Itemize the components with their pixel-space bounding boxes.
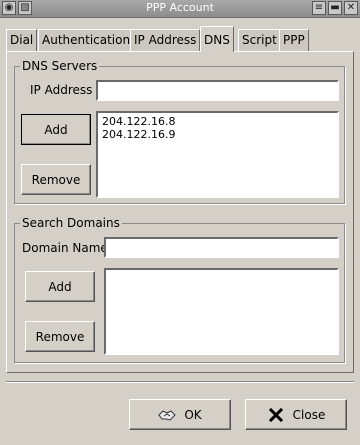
list-item[interactable]: 204.122.16.9 <box>102 128 333 141</box>
close-button[interactable]: Close <box>245 399 347 430</box>
ip-address-input[interactable] <box>96 80 339 101</box>
search-domains-list[interactable] <box>104 268 339 355</box>
minimize-icon[interactable]: ▬ <box>328 1 342 15</box>
close-x-icon <box>268 407 283 422</box>
domain-name-label: Domain Name <box>22 241 108 255</box>
close-icon[interactable]: ✕ <box>344 1 358 15</box>
dns-remove-label: Remove <box>31 172 81 187</box>
dns-servers-label: DNS Servers <box>20 59 100 73</box>
domain-add-button[interactable]: Add <box>25 271 95 302</box>
tab-ip-address[interactable]: IP Address <box>130 29 201 51</box>
ok-label: OK <box>184 407 202 422</box>
tab-script[interactable]: Script <box>238 29 281 51</box>
dns-add-label: Add <box>44 122 68 137</box>
title-bar[interactable]: ◉ ▧ PPP Account ≡ ▬ ✕ <box>0 0 360 18</box>
close-label: Close <box>292 407 326 422</box>
separator <box>6 381 354 383</box>
domain-remove-button[interactable]: Remove <box>25 321 95 352</box>
tab-ppp[interactable]: PPP <box>279 29 309 51</box>
dns-add-button[interactable]: Add <box>21 114 91 145</box>
tab-dns[interactable]: DNS <box>200 26 234 52</box>
domain-add-label: Add <box>48 279 72 294</box>
window-title: PPP Account <box>146 1 214 14</box>
tab-dial[interactable]: Dial <box>6 29 38 51</box>
menu-icon[interactable]: ≡ <box>312 1 326 15</box>
domain-name-input[interactable] <box>104 237 339 258</box>
ip-address-label: IP Address <box>30 83 93 97</box>
handshake-icon <box>158 409 177 421</box>
domain-remove-label: Remove <box>35 329 85 344</box>
ok-button[interactable]: OK <box>129 399 231 430</box>
dns-servers-list[interactable]: 204.122.16.8 204.122.16.9 <box>96 111 339 198</box>
search-domains-label: Search Domains <box>20 216 122 230</box>
dns-remove-button[interactable]: Remove <box>21 164 91 195</box>
list-item[interactable]: 204.122.16.8 <box>102 115 333 128</box>
tab-authentication[interactable]: Authentication <box>38 29 135 51</box>
